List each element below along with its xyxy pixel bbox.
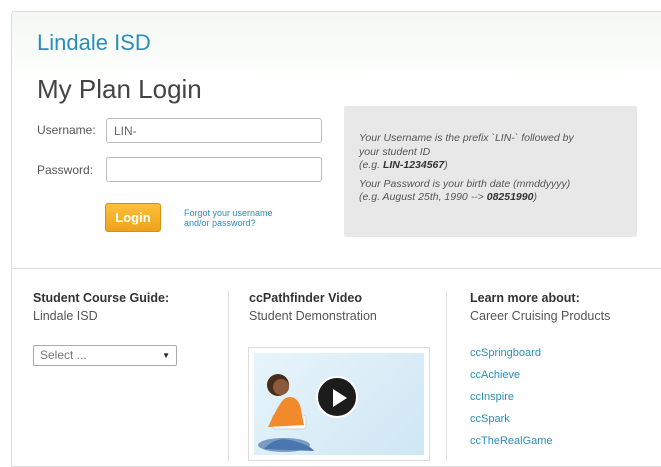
- link-ccinspire[interactable]: ccInspire: [470, 391, 553, 413]
- video-title: ccPathfinder Video: [249, 291, 362, 305]
- select-value: Select ...: [40, 348, 87, 362]
- help-line-4: Your Password is your birth date (mmddyy…: [359, 177, 571, 190]
- login-section: Lindale ISD My Plan Login Username: Pass…: [12, 12, 661, 268]
- forgot-line-1: Forgot your username: [184, 208, 273, 218]
- resources-section: Student Course Guide: Lindale ISD Select…: [12, 269, 661, 466]
- help-line-1: Your Username is the prefix `LIN-` follo…: [359, 132, 574, 144]
- course-guide-title: Student Course Guide:: [33, 291, 170, 305]
- forgot-credentials-link[interactable]: Forgot your username and/or password?: [184, 208, 314, 228]
- link-ccspark[interactable]: ccSpark: [470, 413, 553, 435]
- username-label: Username:: [37, 123, 96, 137]
- link-ccspringboard[interactable]: ccSpringboard: [470, 347, 553, 369]
- column-divider-1: [228, 291, 229, 461]
- help-line-3: (e.g. LIN-1234567): [359, 159, 448, 171]
- course-guide-select[interactable]: Select ... ▼: [33, 345, 177, 366]
- login-card: Lindale ISD My Plan Login Username: Pass…: [11, 11, 661, 467]
- learn-more-subtitle: Career Cruising Products: [470, 309, 611, 323]
- login-button[interactable]: Login: [105, 203, 161, 232]
- learn-more-title: Learn more about:: [470, 291, 580, 305]
- forgot-line-2: and/or password?: [184, 218, 256, 228]
- district-name: Lindale ISD: [37, 30, 151, 55]
- page-title: My Plan Login: [37, 74, 202, 104]
- video-subtitle: Student Demonstration: [249, 309, 377, 323]
- help-line-5: (e.g. August 25th, 1990 --> 08251990): [359, 191, 537, 203]
- username-input[interactable]: [106, 118, 322, 143]
- chevron-down-icon: ▼: [162, 351, 170, 360]
- link-ccachieve[interactable]: ccAchieve: [470, 369, 553, 391]
- login-help-box: Your Username is the prefix `LIN-` follo…: [344, 106, 637, 237]
- product-links: ccSpringboard ccAchieve ccInspire ccSpar…: [470, 347, 553, 457]
- password-label: Password:: [37, 163, 94, 177]
- course-guide-subtitle: Lindale ISD: [33, 309, 98, 323]
- link-cctherealgame[interactable]: ccTheRealGame: [470, 435, 553, 457]
- password-input[interactable]: [106, 157, 322, 182]
- video-thumbnail[interactable]: [248, 347, 430, 461]
- column-divider-2: [446, 291, 447, 461]
- play-icon[interactable]: [316, 376, 358, 418]
- help-line-2: your student ID: [359, 145, 431, 158]
